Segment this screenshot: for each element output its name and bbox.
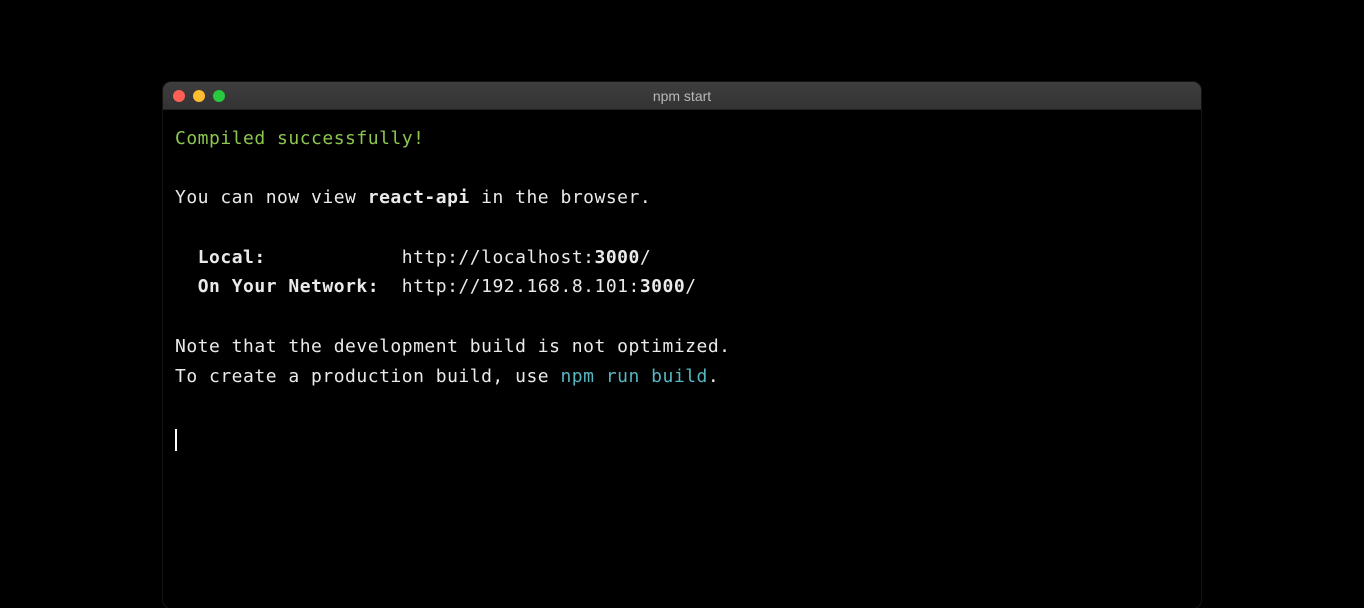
note-line-1: Note that the development build is not o… bbox=[175, 336, 731, 357]
build-command: npm run build bbox=[560, 366, 707, 387]
network-port: 3000 bbox=[640, 276, 685, 297]
minimize-button[interactable] bbox=[193, 90, 205, 102]
view-line: You can now view react-api in the browse… bbox=[175, 187, 651, 208]
compile-success-message: Compiled successfully! bbox=[175, 128, 424, 149]
title-bar[interactable]: npm start bbox=[163, 82, 1201, 110]
terminal-body[interactable]: Compiled successfully! You can now view … bbox=[163, 110, 1201, 470]
local-label: Local: bbox=[198, 247, 266, 268]
terminal-window: npm start Compiled successfully! You can… bbox=[163, 82, 1201, 608]
maximize-button[interactable] bbox=[213, 90, 225, 102]
note-line-2: To create a production build, use npm ru… bbox=[175, 366, 719, 387]
traffic-lights bbox=[173, 90, 225, 102]
network-url: http://192.168.8.101:3000/ bbox=[402, 276, 697, 297]
view-suffix: in the browser. bbox=[470, 187, 651, 208]
window-title: npm start bbox=[163, 88, 1201, 104]
network-label: On Your Network: bbox=[198, 276, 379, 297]
local-port: 3000 bbox=[595, 247, 640, 268]
local-url: http://localhost:3000/ bbox=[402, 247, 651, 268]
close-button[interactable] bbox=[173, 90, 185, 102]
view-prefix: You can now view bbox=[175, 187, 368, 208]
cursor bbox=[175, 429, 177, 451]
app-name: react-api bbox=[368, 187, 470, 208]
